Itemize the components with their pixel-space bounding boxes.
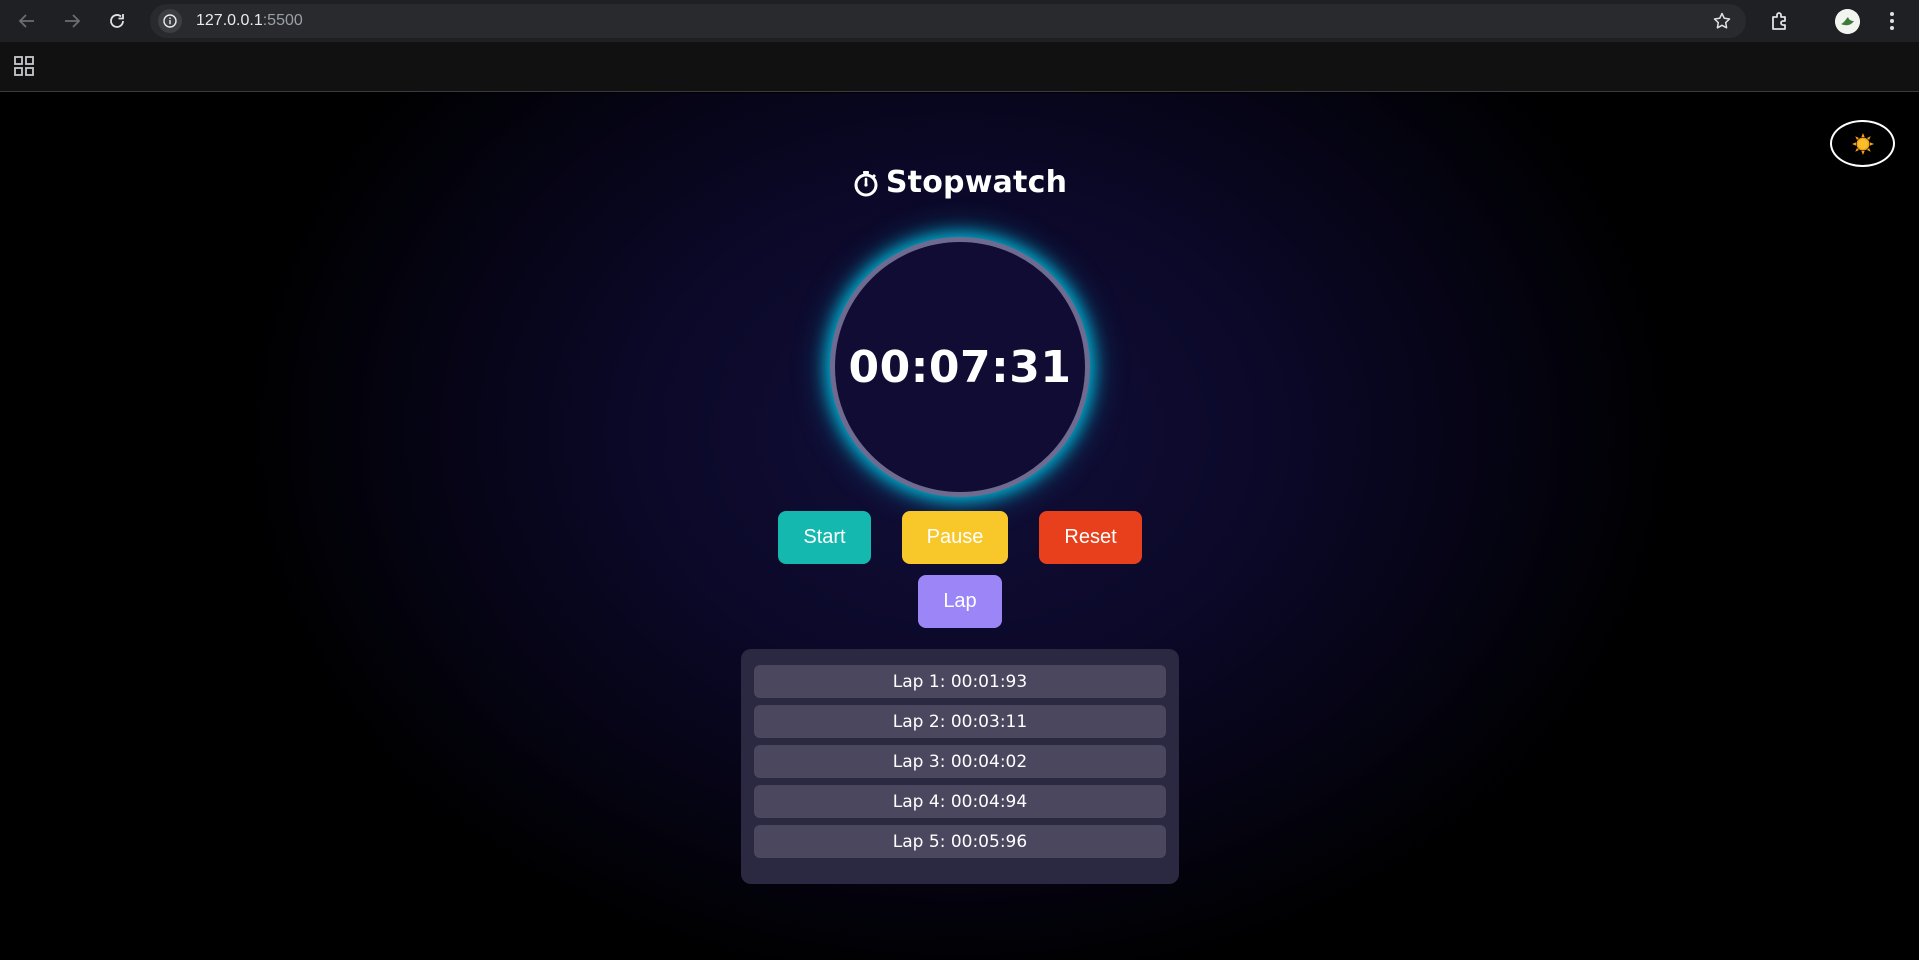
extensions-icon[interactable] [1768,9,1792,33]
lap-item: Lap 1: 00:01:93 [754,665,1166,698]
bookmark-star-icon[interactable] [1712,11,1732,31]
bookmarks-bar [0,42,1919,92]
time-display: 00:07:31 [848,341,1072,393]
profile-avatar[interactable] [1835,9,1860,34]
url-port: :5500 [262,12,303,29]
forward-button[interactable] [56,6,88,36]
apps-grid-icon[interactable] [13,55,35,77]
stopwatch-icon [854,170,878,196]
lap-list: Lap 1: 00:01:93 Lap 2: 00:03:11 Lap 3: 0… [741,649,1179,884]
lap-item: Lap 3: 00:04:02 [754,745,1166,778]
arrow-right-icon [65,14,81,28]
browser-toolbar: 127.0.0.1:5500 [0,0,1919,42]
stopwatch-page: Stopwatch 00:07:31 Start Pause Reset Lap… [0,93,1919,960]
avatar-icon [1835,9,1860,34]
lap-item: Lap 4: 00:04:94 [754,785,1166,818]
title-row: Stopwatch [0,165,1919,200]
site-info-button[interactable] [158,9,182,33]
start-button[interactable]: Start [778,511,871,564]
address-bar[interactable]: 127.0.0.1:5500 [150,4,1746,38]
lap-button[interactable]: Lap [918,575,1002,628]
lap-item: Lap 5: 00:05:96 [754,825,1166,858]
pause-button[interactable]: Pause [902,511,1008,564]
reload-button[interactable] [101,6,133,36]
arrow-left-icon [18,14,34,28]
timer-dial: 00:07:31 [830,237,1090,497]
sun-icon [1851,132,1874,155]
info-icon [163,14,177,28]
page-title: Stopwatch [885,165,1068,200]
lap-item: Lap 2: 00:03:11 [754,705,1166,738]
url-text: 127.0.0.1:5500 [196,12,303,30]
reset-button[interactable]: Reset [1039,511,1142,564]
more-menu-icon[interactable] [1883,9,1901,33]
url-host: 127.0.0.1 [196,12,263,29]
back-button[interactable] [11,6,43,36]
theme-toggle-button[interactable] [1830,120,1895,167]
reload-icon [110,14,124,28]
